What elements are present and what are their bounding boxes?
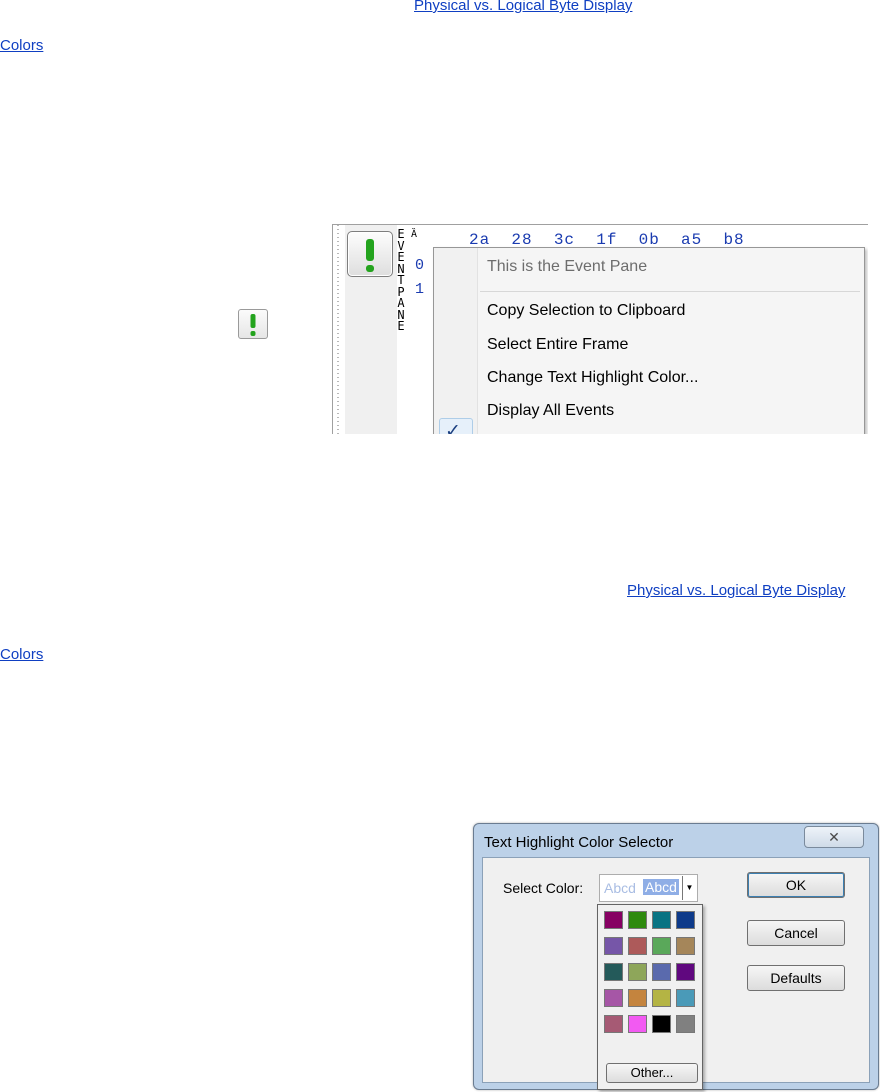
color-swatch[interactable] <box>604 911 623 929</box>
menu-separator <box>480 291 860 292</box>
color-swatch[interactable] <box>676 911 695 929</box>
color-swatch[interactable] <box>652 963 671 981</box>
event-button[interactable] <box>347 231 393 277</box>
link-colors-top[interactable]: Colors <box>0 37 43 54</box>
other-color-button[interactable]: Other... <box>606 1063 698 1083</box>
cancel-button[interactable]: Cancel <box>747 920 845 946</box>
color-swatch[interactable] <box>628 963 647 981</box>
exclamation-icon <box>250 314 256 328</box>
context-menu: This is the Event Pane Copy Selection to… <box>433 247 865 434</box>
event-icon-small <box>238 309 268 339</box>
dialog-title: Text Highlight Color Selector <box>484 834 674 851</box>
color-swatch[interactable] <box>652 911 671 929</box>
menu-title: This is the Event Pane <box>487 258 648 275</box>
color-swatch[interactable] <box>676 1015 695 1033</box>
chevron-down-icon[interactable]: ▼ <box>682 876 696 900</box>
exclamation-icon <box>366 239 374 261</box>
defaults-button[interactable]: Defaults <box>747 965 845 991</box>
ok-button[interactable]: OK <box>747 872 845 898</box>
color-swatch[interactable] <box>628 1015 647 1033</box>
color-swatch[interactable] <box>652 937 671 955</box>
swatch-grid <box>604 911 700 1033</box>
color-swatch[interactable] <box>676 989 695 1007</box>
menu-item-copy-selection[interactable]: Copy Selection to Clipboard <box>487 302 685 320</box>
exclamation-dot <box>250 331 256 336</box>
row-number: 1 <box>415 281 425 298</box>
close-button[interactable]: ✕ <box>804 826 864 848</box>
color-swatch[interactable] <box>628 911 647 929</box>
color-swatch[interactable] <box>676 937 695 955</box>
sample-text: Abcd <box>604 880 636 896</box>
color-swatch[interactable] <box>604 963 623 981</box>
link-physical-logical-bottom[interactable]: Physical vs. Logical Byte Display <box>627 582 845 599</box>
highlight-color-dialog: Text Highlight Color Selector ✕ Select C… <box>473 823 879 1090</box>
close-icon: ✕ <box>828 829 840 845</box>
color-swatch[interactable] <box>652 1015 671 1033</box>
link-physical-logical-top[interactable]: Physical vs. Logical Byte Display <box>414 0 632 14</box>
dialog-body: Select Color: Abcd Abcd ▼ Other... OK Ca… <box>482 857 870 1090</box>
menu-icon-column <box>434 248 478 434</box>
color-swatch[interactable] <box>604 989 623 1007</box>
menu-item-display-all-events[interactable]: Display All Events <box>487 402 614 420</box>
color-swatch[interactable] <box>652 989 671 1007</box>
color-combobox[interactable]: Abcd Abcd ▼ <box>599 874 698 902</box>
select-color-label: Select Color: <box>503 880 584 896</box>
color-swatch[interactable] <box>604 1015 623 1033</box>
color-swatch[interactable] <box>628 989 647 1007</box>
sample-highlight-text: Abcd <box>643 879 679 895</box>
event-pane-screenshot: EVENT PANE Ȁ 2a 28 3c 1f 0b a5 b8 0 1 Th… <box>332 224 868 434</box>
color-swatch[interactable] <box>604 937 623 955</box>
splitter-handle[interactable] <box>333 225 343 434</box>
event-pane-vertical-label: EVENT PANE <box>397 227 412 333</box>
column-header-icon: Ȁ <box>411 229 418 240</box>
color-swatch[interactable] <box>676 963 695 981</box>
menu-item-select-frame[interactable]: Select Entire Frame <box>487 336 628 354</box>
menu-item-change-highlight[interactable]: Change Text Highlight Color... <box>487 369 698 387</box>
color-swatch[interactable] <box>628 937 647 955</box>
color-palette-dropdown: Other... <box>597 904 703 1090</box>
link-colors-bottom[interactable]: Colors <box>0 646 43 663</box>
exclamation-dot <box>366 265 374 272</box>
row-number: 0 <box>415 257 425 274</box>
checkmark-icon: ✓ <box>445 421 461 434</box>
